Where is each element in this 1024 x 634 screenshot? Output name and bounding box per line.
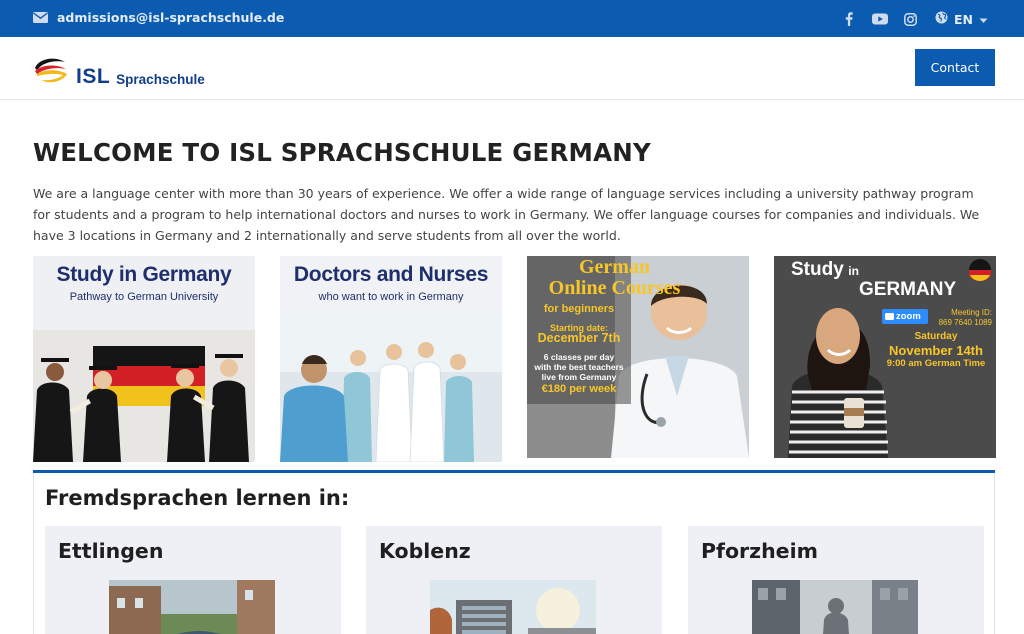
tile-heading: Doctors and Nurses xyxy=(293,263,489,286)
study-in-germany-tile[interactable]: Study in Germany Pathway to German Unive… xyxy=(33,256,255,462)
tile-heading: Study in Germany xyxy=(56,263,232,286)
site-header: ISL Sprachschule Contact xyxy=(0,37,1024,100)
logo-swoosh-icon xyxy=(33,52,71,88)
zoom-camera-icon xyxy=(885,313,894,320)
promo-price: €180 per week xyxy=(541,383,617,395)
meeting-label: Meeting ID: xyxy=(951,308,992,317)
location-card-koblenz[interactable]: Koblenz xyxy=(366,526,662,634)
promo-heading-line1: German xyxy=(578,256,651,278)
tile-header: Study in Germany Pathway to German Unive… xyxy=(33,256,255,303)
tile-subheading: who want to work in Germany xyxy=(318,291,464,303)
meeting-info: Meeting ID: 869 7640 1089 xyxy=(939,308,992,328)
tile-subheading: Pathway to German University xyxy=(69,291,219,303)
promo-desc-line2: with the best teachers xyxy=(534,362,624,372)
tile-header: Doctors and Nurses who want to work in G… xyxy=(280,256,502,303)
instagram-icon[interactable] xyxy=(901,9,921,29)
top-bar: admissions@isl-sprachschule.de EN xyxy=(0,0,1024,37)
webinar-heading: Study in xyxy=(791,259,859,281)
location-card-pforzheim[interactable]: Pforzheim xyxy=(688,526,984,634)
pforzheim-photo xyxy=(752,580,918,634)
language-label: EN xyxy=(953,11,973,27)
email-link[interactable]: admissions@isl-sprachschule.de xyxy=(33,10,284,25)
section-title: Fremdsprachen lernen in: xyxy=(45,486,350,510)
promo-description: 6 classes per day with the best teachers… xyxy=(527,352,631,382)
medical-staff-photo xyxy=(280,312,502,462)
webinar-schedule: Saturday November 14th 9:00 am German Ti… xyxy=(878,331,994,370)
graduates-photo xyxy=(33,330,255,462)
promo-heading-line2: Online Courses xyxy=(548,277,681,299)
email-address[interactable]: admissions@isl-sprachschule.de xyxy=(57,10,284,25)
promo-heading: German Online Courses xyxy=(527,257,702,299)
meeting-id: 869 7640 1089 xyxy=(938,318,992,327)
youtube-icon[interactable] xyxy=(870,9,890,29)
globe-icon xyxy=(935,11,948,27)
caret-down-icon xyxy=(979,12,988,27)
envelope-icon xyxy=(33,12,48,23)
zoom-label: zoom xyxy=(896,311,921,322)
doctors-and-nurses-tile[interactable]: Doctors and Nurses who want to work in G… xyxy=(280,256,502,462)
promo-desc-line3: live from Germany xyxy=(541,372,617,382)
webinar-heading-study: Study xyxy=(791,259,844,280)
zoom-badge: zoom xyxy=(882,309,928,324)
webinar-heading-country: GERMANY xyxy=(859,279,957,300)
site-logo[interactable]: ISL Sprachschule xyxy=(33,52,205,88)
ettlingen-photo xyxy=(109,580,275,634)
location-card-ettlingen[interactable]: Ettlingen xyxy=(45,526,341,634)
promo-start-date: December 7th xyxy=(537,331,621,345)
online-courses-tile[interactable]: German Online Courses for beginners Star… xyxy=(527,256,749,458)
promo-level: for beginners xyxy=(543,303,615,315)
promo-desc-line1: 6 classes per day xyxy=(543,352,615,362)
location-name: Pforzheim xyxy=(701,539,818,563)
webinar-heading-in: in xyxy=(848,264,859,278)
webinar-time: 9:00 am German Time xyxy=(886,358,986,369)
intro-paragraph: We are a language center with more than … xyxy=(33,186,980,243)
koblenz-photo xyxy=(430,580,596,634)
logo-text: Sprachschule xyxy=(116,72,205,87)
location-name: Koblenz xyxy=(379,539,471,563)
page-title: WELCOME TO ISL SPRACHSCHULE GERMANY xyxy=(33,138,651,167)
facebook-icon[interactable] xyxy=(839,9,859,29)
contact-button[interactable]: Contact xyxy=(915,49,995,86)
webinar-day: Saturday xyxy=(914,331,958,342)
location-name: Ettlingen xyxy=(58,539,164,563)
webinar-date: November 14th xyxy=(889,343,983,358)
study-webinar-tile[interactable]: Study in GERMANY zoom Meeting ID: 869 76… xyxy=(774,256,996,458)
logo-mark: ISL xyxy=(76,65,111,88)
language-selector[interactable]: EN xyxy=(935,11,988,27)
